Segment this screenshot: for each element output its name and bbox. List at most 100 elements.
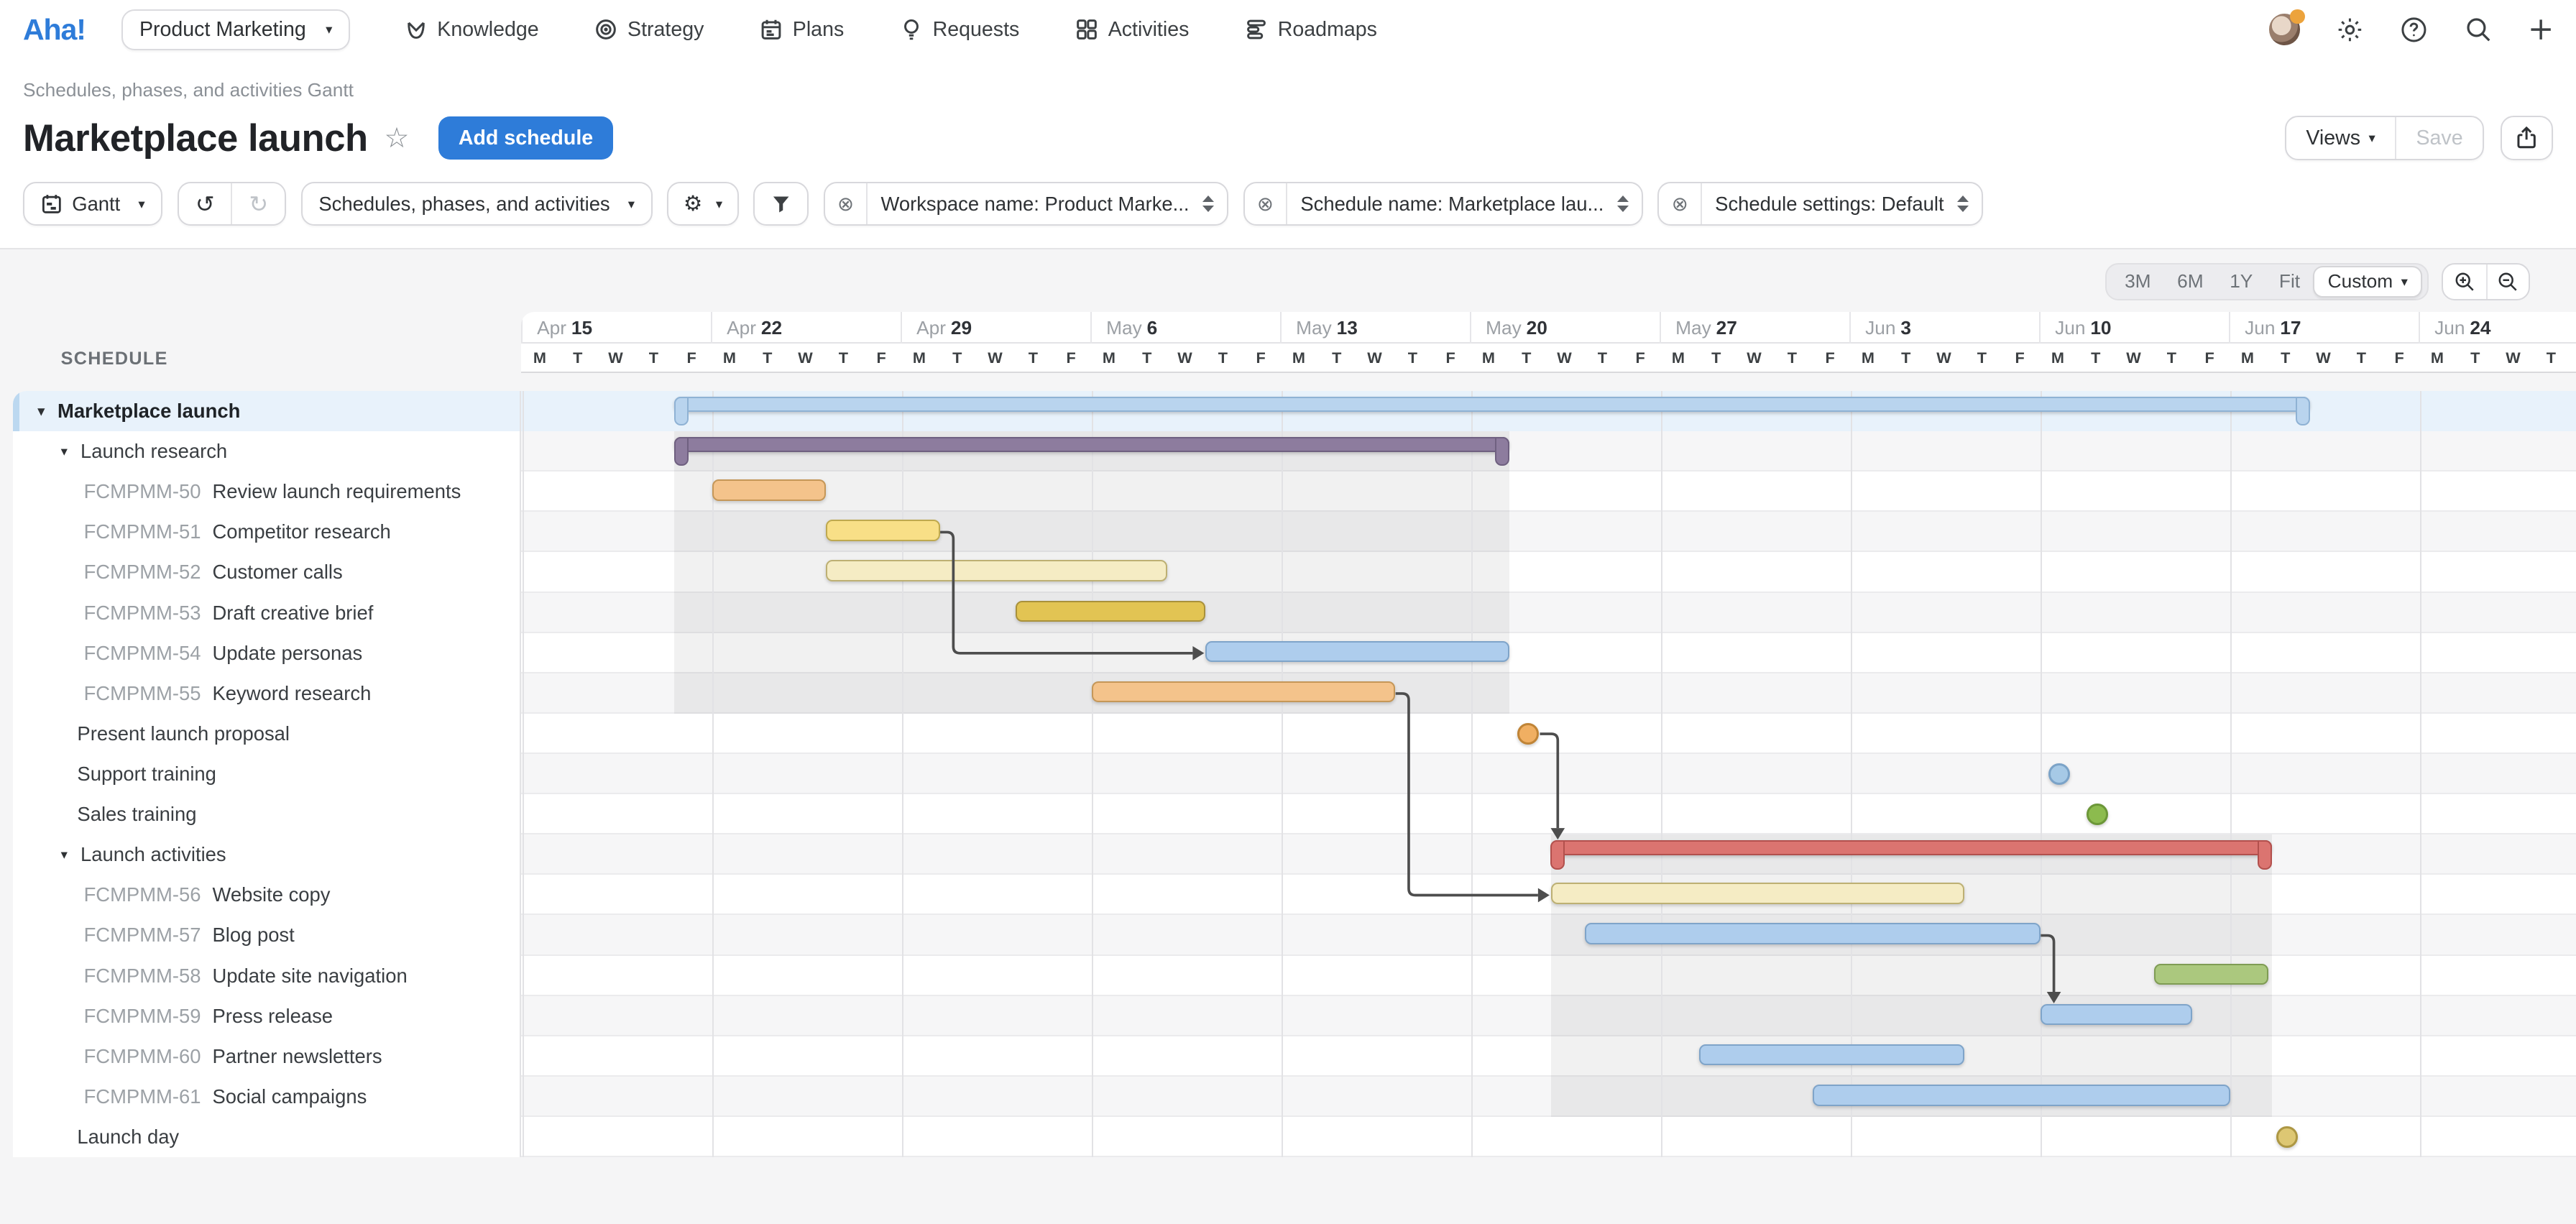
gantt-bar-FCMPMM-54[interactable]	[1205, 641, 1509, 663]
milestone-sales-training[interactable]	[2087, 804, 2108, 825]
schedule-row-FCMPMM-60[interactable]: FCMPMM-60Partner newsletters	[13, 1036, 519, 1077]
favorite-star-icon[interactable]: ☆	[384, 122, 409, 155]
zoom-fit-button[interactable]: Fit	[2266, 270, 2314, 293]
schedule-row-FCMPMM-54[interactable]: FCMPMM-54Update personas	[13, 633, 519, 673]
zoom-1y-button[interactable]: 1Y	[2217, 270, 2266, 293]
day-letter: T	[2532, 344, 2570, 367]
day-letter: F	[1052, 344, 1090, 367]
day-letter: T	[824, 344, 862, 367]
schedule-row-FCMPMM-50[interactable]: FCMPMM-50Review launch requirements	[13, 471, 519, 512]
aha-logo[interactable]: Aha!	[23, 13, 86, 47]
zoom-in-button[interactable]	[2443, 264, 2485, 300]
redo-button[interactable]: ↻	[231, 183, 285, 225]
expand-caret-icon[interactable]: ▾	[61, 443, 80, 459]
settings-dropdown[interactable]: ⚙▾	[667, 182, 738, 226]
nav-item-roadmaps[interactable]: Roadmaps	[1245, 18, 1377, 42]
zoom-3m-button[interactable]: 3M	[2112, 270, 2164, 293]
undo-redo-group: ↺ ↻	[178, 182, 286, 226]
day-letter: F	[1242, 344, 1280, 367]
schedule-row-FCMPMM-52[interactable]: FCMPMM-52Customer calls	[13, 552, 519, 592]
nav-item-requests[interactable]: Requests	[900, 18, 1019, 42]
add-schedule-button[interactable]: Add schedule	[438, 116, 612, 159]
zoom-6m-button[interactable]: 6M	[2164, 270, 2217, 293]
schedule-row-FCMPMM-57[interactable]: FCMPMM-57Blog post	[13, 915, 519, 955]
schedule-row-FCMPMM-55[interactable]: FCMPMM-55 Keyword research	[13, 673, 519, 714]
save-button[interactable]: Save	[2395, 117, 2483, 159]
schedule-row-FCMPMM-53[interactable]: FCMPMM-53Draft creative brief	[13, 593, 519, 633]
workspace-switcher[interactable]: Product Marketing ▾	[121, 9, 350, 50]
views-button[interactable]: Views▾	[2286, 117, 2395, 159]
schedule-row-present-launch-proposal[interactable]: Present launch proposal	[13, 714, 519, 754]
gantt-bar-FCMPMM-55[interactable]	[1092, 681, 1395, 703]
gantt-bar-FCMPMM-51[interactable]	[826, 520, 939, 541]
gantt-bar-FCMPMM-60[interactable]	[1699, 1044, 1965, 1066]
expand-caret-icon[interactable]: ▾	[38, 403, 58, 419]
gantt-bar-FCMPMM-57[interactable]	[1585, 923, 2041, 944]
chevron-down-icon: ▾	[326, 22, 332, 37]
schedule-row-FCMPMM-59[interactable]: FCMPMM-59Press release	[13, 996, 519, 1036]
record-label: Marketplace launch	[58, 400, 240, 423]
nav-item-activities[interactable]: Activities	[1075, 18, 1189, 42]
gantt-bar-marketplace-launch[interactable]	[674, 397, 2310, 412]
schedule-row-sales-training[interactable]: Sales training	[13, 794, 519, 834]
gantt-bar-FCMPMM-56[interactable]	[1551, 883, 1965, 904]
add-icon[interactable]	[2529, 17, 2553, 42]
record-scope-dropdown[interactable]: Schedules, phases, and activities▾	[301, 182, 653, 226]
gantt-bar-FCMPMM-52[interactable]	[826, 560, 1167, 581]
milestone-present-launch-proposal[interactable]	[1517, 723, 1539, 745]
record-id: FCMPMM-55	[84, 682, 201, 705]
schedule-row-FCMPMM-61[interactable]: FCMPMM-61Social campaigns	[13, 1077, 519, 1117]
remove-filter-icon[interactable]: ⊗	[825, 183, 868, 225]
zoom-out-button[interactable]	[2486, 264, 2529, 300]
schedule-row-support-training[interactable]: Support training	[13, 754, 519, 794]
nav-item-strategy[interactable]: Strategy	[594, 18, 704, 42]
schedule-row-launch-activities[interactable]: ▾Launch activities	[13, 834, 519, 875]
schedule-row-FCMPMM-51[interactable]: FCMPMM-51Competitor research	[13, 512, 519, 552]
remove-filter-icon[interactable]: ⊗	[1659, 183, 1701, 225]
milestone-support-training[interactable]	[2048, 763, 2070, 785]
search-icon[interactable]	[2465, 16, 2493, 44]
record-label: Keyword research	[212, 682, 371, 705]
select-arrows-icon	[1617, 195, 1629, 212]
week-gridline	[1661, 391, 1662, 1157]
chevron-down-icon: ▾	[2401, 274, 2408, 290]
schedule-row-FCMPMM-58[interactable]: FCMPMM-58Update site navigation	[13, 956, 519, 996]
day-letter: M	[1090, 344, 1128, 367]
day-letter: F	[1811, 344, 1849, 367]
gantt-bar-FCMPMM-58[interactable]	[2154, 964, 2268, 985]
gantt-bar-launch-research[interactable]	[674, 437, 1509, 452]
share-button[interactable]	[2501, 116, 2553, 160]
record-label: Update site navigation	[212, 965, 407, 988]
undo-button[interactable]: ↺	[179, 183, 231, 225]
gear-icon[interactable]	[2336, 16, 2364, 44]
help-icon[interactable]	[2400, 16, 2428, 44]
record-label: Website copy	[212, 883, 330, 906]
schedule-row-launch-research[interactable]: ▾Launch research	[13, 431, 519, 471]
gantt-bar-FCMPMM-50[interactable]	[712, 479, 826, 501]
gantt-bar-launch-activities[interactable]	[1551, 840, 2272, 855]
milestone-launch-day[interactable]	[2276, 1126, 2298, 1148]
nav-item-plans[interactable]: Plans	[760, 18, 844, 42]
day-letter: W	[1735, 344, 1773, 367]
schedule-row-marketplace-launch[interactable]: ▾Marketplace launch	[13, 391, 519, 431]
gantt-bar-FCMPMM-53[interactable]	[1016, 601, 1205, 622]
record-id: FCMPMM-52	[84, 561, 201, 584]
zoom-custom-dropdown[interactable]: Custom▾	[2313, 266, 2422, 297]
week-gridline	[2230, 391, 2232, 1157]
expand-caret-icon[interactable]: ▾	[61, 847, 80, 862]
remove-filter-icon[interactable]: ⊗	[1245, 183, 1287, 225]
week-label: May13	[1280, 312, 1470, 343]
filter-button[interactable]	[753, 182, 809, 226]
activities-icon	[1075, 18, 1098, 41]
record-label: Launch day	[77, 1126, 179, 1149]
schedule-row-FCMPMM-56[interactable]: FCMPMM-56Website copy	[13, 875, 519, 915]
gantt-bar-FCMPMM-61[interactable]	[1813, 1085, 2230, 1106]
day-letter: T	[1887, 344, 1925, 367]
view-type-button[interactable]: Gantt▾	[23, 182, 162, 226]
schedule-row-launch-day[interactable]: Launch day	[13, 1117, 519, 1157]
nav-item-knowledge[interactable]: Knowledge	[405, 18, 539, 42]
gantt-bar-FCMPMM-59[interactable]	[2041, 1004, 2192, 1026]
views-save-group: Views▾ Save	[2285, 116, 2484, 160]
day-letter: T	[1317, 344, 1356, 367]
avatar[interactable]	[2269, 14, 2300, 45]
